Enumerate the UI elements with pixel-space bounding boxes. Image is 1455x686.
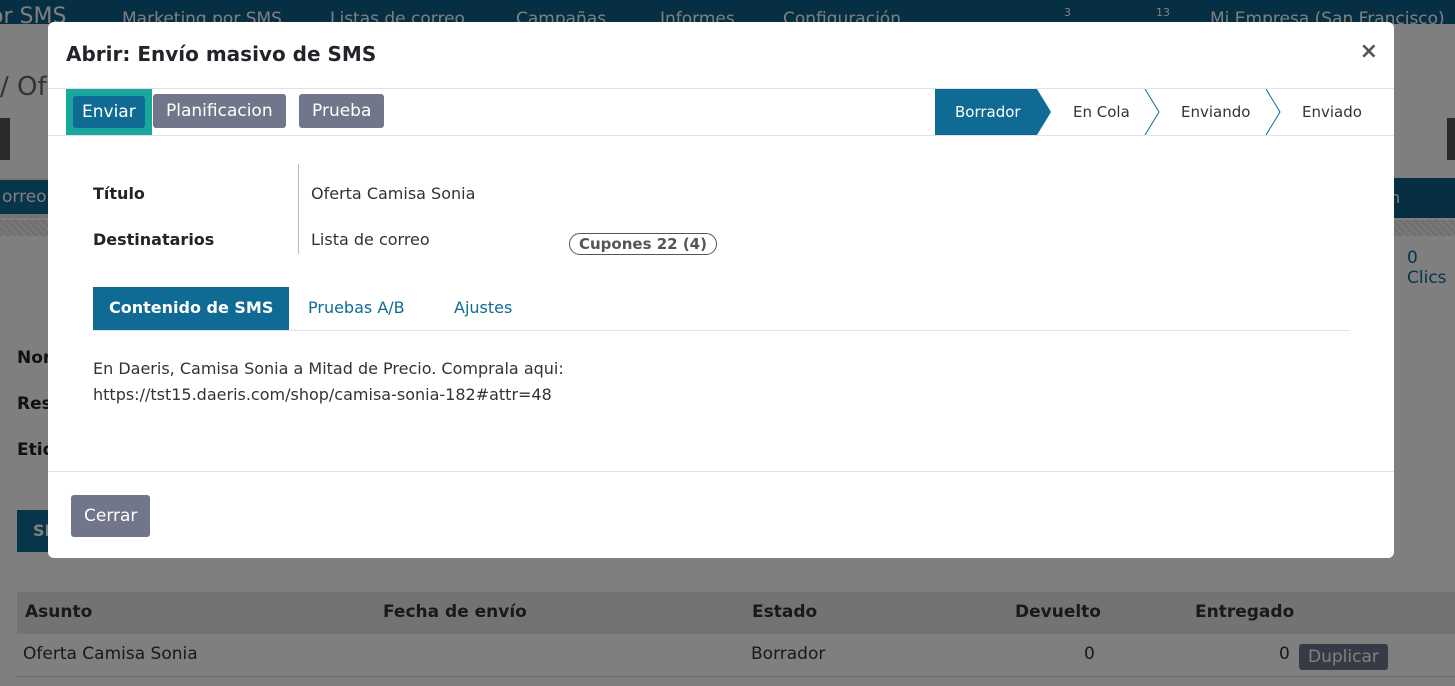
sms-mass-mailing-dialog: Abrir: Envío masivo de SMS × Enviar Plan… [48, 22, 1394, 558]
close-icon[interactable]: × [1360, 39, 1378, 64]
stage-sending[interactable]: Enviando [1181, 89, 1250, 135]
tab-settings[interactable]: Ajustes [454, 287, 512, 330]
recipients-field[interactable]: Lista de correo [311, 230, 430, 249]
form-tabs: Contenido de SMS Pruebas A/B Ajustes [93, 287, 1350, 331]
stage-draft[interactable]: Borrador [955, 89, 1021, 135]
tab-sms-content[interactable]: Contenido de SMS [93, 287, 290, 330]
close-button[interactable]: Cerrar [71, 495, 151, 537]
recipients-label: Destinatarios [93, 230, 215, 249]
schedule-button[interactable]: Planificacion [153, 94, 286, 128]
send-button[interactable]: Enviar [73, 96, 145, 128]
stage-divider-1 [1144, 89, 1160, 135]
stage-queued[interactable]: En Cola [1073, 89, 1130, 135]
tab-ab-tests[interactable]: Pruebas A/B [308, 287, 405, 330]
send-button-focus: Enviar [66, 89, 152, 135]
sms-body-line-2: https://tst15.daeris.com/shop/camisa-son… [93, 385, 552, 404]
sms-body-line-1: En Daeris, Camisa Sonia a Mitad de Preci… [93, 359, 564, 378]
modal-statusbar: Enviar Planificacion Prueba Borrador En … [48, 89, 1394, 136]
modal-title: Abrir: Envío masivo de SMS [66, 42, 377, 66]
test-button[interactable]: Prueba [299, 94, 385, 128]
stage-sent[interactable]: Enviado [1302, 89, 1362, 135]
mailing-list-tag[interactable]: Cupones 22 (4) [569, 233, 717, 255]
title-label: Título [93, 184, 145, 203]
title-field[interactable]: Oferta Camisa Sonia [311, 184, 475, 203]
sms-body-field[interactable]: En Daeris, Camisa Sonia a Mitad de Preci… [93, 356, 564, 408]
stage-divider-2 [1265, 89, 1281, 135]
modal-header: Abrir: Envío masivo de SMS × [48, 22, 1394, 89]
modal-footer: Cerrar [48, 471, 1394, 558]
form-divider [298, 164, 299, 254]
